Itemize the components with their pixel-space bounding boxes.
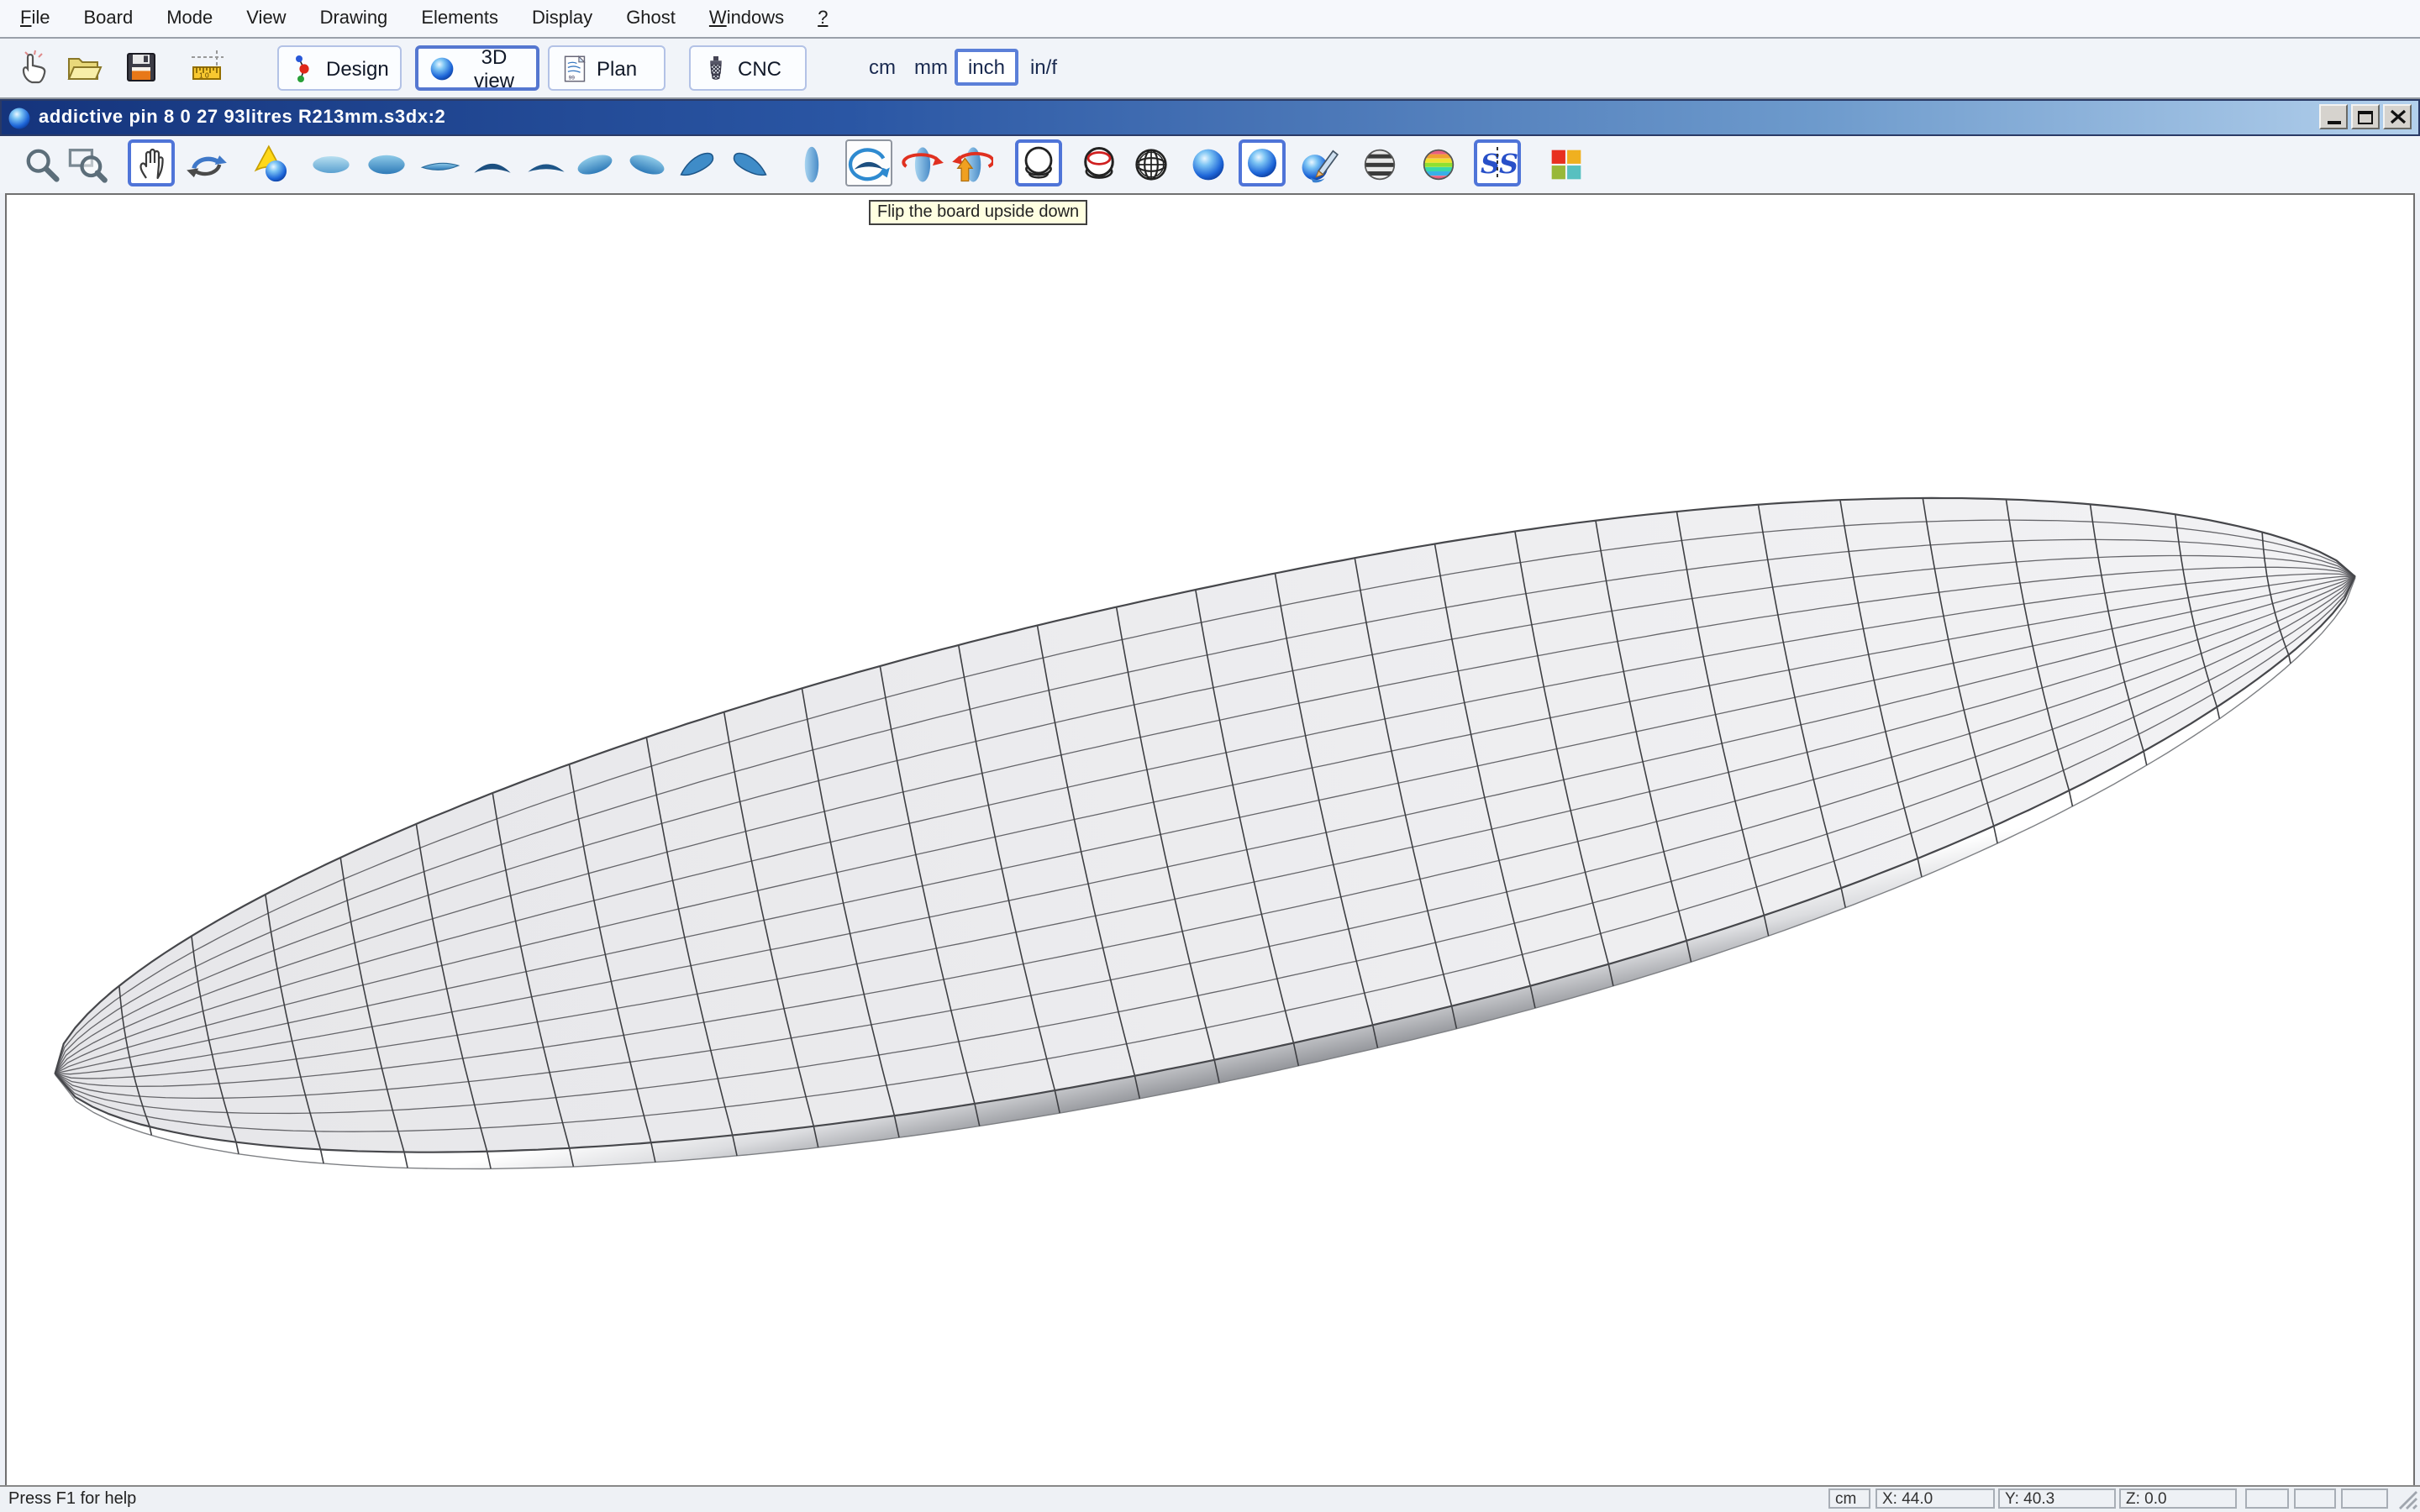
menu-item-elements[interactable]: Elements — [404, 3, 515, 34]
plan-label: Plan — [597, 56, 637, 80]
3d-view-mode-button[interactable]: 3D view — [415, 45, 539, 91]
view-top-bottom-icon[interactable] — [365, 143, 408, 186]
surfboard-3d-model — [7, 195, 2413, 1492]
status-help-text: Press F1 for help — [8, 1490, 136, 1509]
application-window: FileBoardModeViewDrawingElementsDisplayG… — [0, 0, 2420, 1512]
3d-canvas[interactable]: Flip the board upside down — [5, 193, 2415, 1494]
sphere-icon — [429, 53, 455, 83]
menu-item-ghost[interactable]: Ghost — [609, 3, 692, 34]
menu-item-board[interactable]: Board — [67, 3, 150, 34]
display-contours-gray-icon[interactable] — [1358, 143, 1402, 186]
close-icon — [2389, 109, 2406, 124]
view-end-on-icon[interactable] — [790, 143, 834, 186]
document-sphere-icon — [7, 105, 32, 130]
menu-item-view[interactable]: View — [229, 3, 302, 34]
display-contours-rainbow-icon[interactable] — [1417, 143, 1460, 186]
display-wireframe-icon[interactable] — [1015, 139, 1062, 186]
menu-bar: FileBoardModeViewDrawingElementsDisplayG… — [0, 0, 2420, 39]
status-bar: Press F1 for help cm X: 44.0 Y: 40.3 Z: … — [0, 1485, 2420, 1512]
status-empty-2 — [2294, 1488, 2336, 1509]
view-perspective-rail-left-icon[interactable] — [676, 143, 719, 186]
display-shaded-icon[interactable] — [1239, 139, 1286, 186]
pointer-tool-icon[interactable] — [13, 47, 54, 87]
status-z-coordinate: Z: 0.0 — [2119, 1488, 2237, 1509]
menu-item-help[interactable]: ? — [801, 3, 844, 34]
pan-hand-tool-icon[interactable] — [128, 139, 175, 186]
view-toolbar: SS — [0, 136, 2420, 193]
menu-item-display[interactable]: Display — [515, 3, 609, 34]
status-empty-3 — [2341, 1488, 2388, 1509]
rotate-board-left-icon[interactable] — [901, 143, 944, 186]
rotate-view-tool-icon[interactable] — [185, 143, 229, 186]
ruler-dimensions-icon[interactable]: 1 0 — [188, 47, 229, 87]
view-perspective-deck-left-icon[interactable] — [573, 143, 617, 186]
display-painted-icon[interactable] — [1296, 143, 1339, 186]
display-net-icon[interactable] — [1129, 143, 1173, 186]
cnc-label: CNC — [738, 56, 781, 80]
status-empty-1 — [2245, 1488, 2289, 1509]
rotate-board-right-icon[interactable] — [950, 143, 993, 186]
design-mode-button[interactable]: Design — [277, 45, 402, 91]
view-front-tail-icon[interactable] — [524, 143, 568, 186]
render-light-tool-icon[interactable] — [249, 143, 292, 186]
minimize-icon — [2327, 121, 2340, 124]
maximize-button[interactable] — [2351, 104, 2380, 129]
menu-item-mode[interactable]: Mode — [150, 3, 229, 34]
plan-mode-button[interactable]: 99 Plan — [548, 45, 666, 91]
unit-inch[interactable]: inch — [955, 49, 1018, 86]
display-color-panels-icon[interactable] — [1544, 143, 1588, 186]
plan-document-icon: 99 — [560, 53, 590, 83]
3d-view-label: 3D view — [462, 45, 526, 92]
zoom-in-tool-icon[interactable] — [20, 143, 64, 186]
menu-item-windows[interactable]: Windows — [692, 3, 801, 34]
open-file-icon[interactable] — [64, 47, 104, 87]
menu-item-file[interactable]: File — [3, 3, 67, 34]
svg-text:99: 99 — [569, 74, 576, 80]
maximize-icon — [2358, 110, 2373, 123]
view-side-profile-icon[interactable] — [418, 143, 462, 186]
svg-text:1 0: 1 0 — [199, 71, 209, 80]
status-y-coordinate: Y: 40.3 — [1998, 1488, 2116, 1509]
status-unit: cm — [1828, 1488, 1870, 1509]
view-front-nose-icon[interactable] — [471, 143, 514, 186]
unit-mm[interactable]: mm — [908, 52, 955, 82]
display-solid-icon[interactable] — [1186, 143, 1230, 186]
view-perspective-rail-right-icon[interactable] — [728, 143, 771, 186]
toggle-symmetry-icon[interactable]: SS — [1474, 139, 1521, 186]
unit-cm[interactable]: cm — [860, 52, 904, 82]
tooltip: Flip the board upside down — [869, 200, 1087, 225]
design-label: Design — [326, 56, 389, 80]
document-title: addictive pin 8 0 27 93litres R213mm.s3d… — [39, 108, 445, 128]
document-title-bar[interactable]: addictive pin 8 0 27 93litres R213mm.s3d… — [0, 99, 2420, 136]
status-x-coordinate: X: 44.0 — [1876, 1488, 1995, 1509]
cnc-router-bit-icon — [701, 53, 731, 83]
unit-in-f[interactable]: in/f — [1018, 52, 1069, 82]
main-toolbar: 1 0 Design 3D view 99 Plan CNC cmmminchi… — [0, 39, 2420, 99]
view-perspective-deck-right-icon[interactable] — [625, 143, 669, 186]
display-wireframe-sections-icon[interactable] — [1077, 143, 1121, 186]
view-top-deck-icon[interactable] — [309, 143, 353, 186]
window-controls — [2319, 104, 2412, 129]
menu-item-drawing[interactable]: Drawing — [303, 3, 405, 34]
save-file-icon[interactable] — [121, 47, 161, 87]
minimize-button[interactable] — [2319, 104, 2348, 129]
close-button[interactable] — [2383, 104, 2412, 129]
svg-text:S: S — [1499, 148, 1518, 180]
flip-board-icon[interactable] — [845, 139, 892, 186]
zoom-window-tool-icon[interactable] — [66, 143, 109, 186]
cnc-mode-button[interactable]: CNC — [689, 45, 807, 91]
design-nodes-icon — [289, 53, 319, 83]
resize-grip[interactable] — [2396, 1488, 2418, 1510]
